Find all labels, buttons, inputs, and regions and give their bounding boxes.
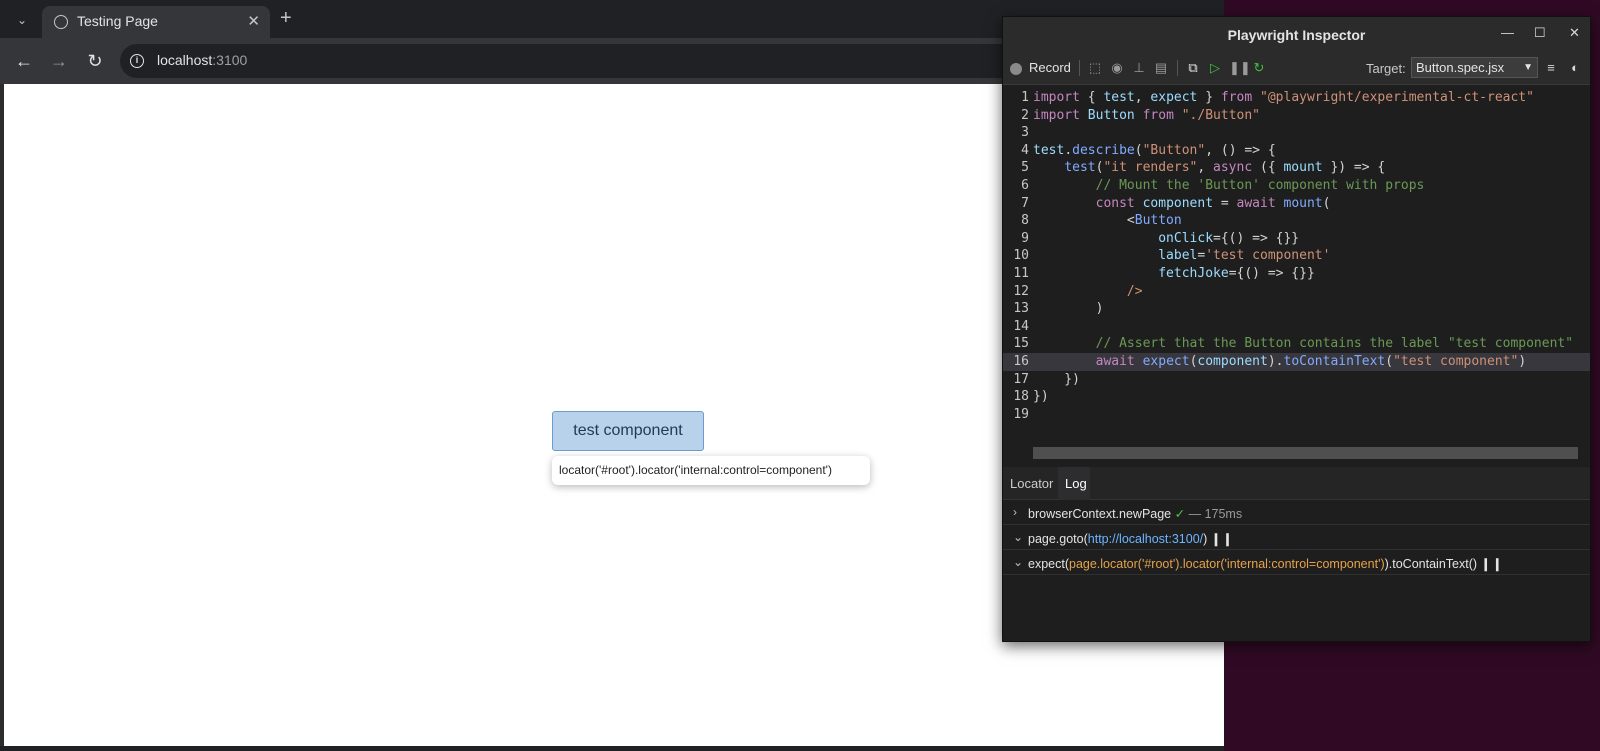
code-line: 2 import Button from "./Button" — [1021, 107, 1261, 123]
code-line: 17 }) — [1013, 371, 1080, 387]
inspector-toolbar: Record ⬚ ◉ ⊥ ▤ ⧉ ▷ ❚❚ ↻ Target: Button.s… — [1003, 51, 1590, 85]
locator-tooltip: locator('#root').locator('internal:contr… — [552, 456, 870, 485]
toolbar-separator — [1079, 60, 1080, 76]
code-line: 14 — [1013, 318, 1029, 334]
url-text[interactable]: localhost:3100 — [157, 52, 247, 68]
code-line: 1 import { test, expect } from "@playwrig… — [1021, 90, 1534, 105]
assert-visibility-icon[interactable]: ◉ — [1109, 60, 1125, 76]
chevron-down-icon: ▼ — [1523, 62, 1533, 73]
code-line: 13 ) — [1013, 301, 1104, 317]
test-component-button[interactable]: test component — [552, 411, 704, 451]
log-entry[interactable]: › browserContext.newPage ✓ — 175ms — [1003, 500, 1590, 525]
code-line: 10 label='test component' — [1013, 248, 1331, 264]
log-panel: › browserContext.newPage ✓ — 175ms ⌄ pag… — [1003, 500, 1590, 641]
playwright-inspector-window: Playwright Inspector — ☐ ✕ Record ⬚ ◉ ⊥ … — [1002, 16, 1591, 642]
log-entry[interactable]: ⌄ expect(page.locator('#root').locator('… — [1003, 550, 1590, 575]
target-label: Target: — [1366, 61, 1406, 76]
horizontal-scrollbar[interactable] — [1033, 447, 1578, 459]
code-line: 18}) — [1013, 389, 1049, 405]
maximize-icon[interactable]: ☐ — [1534, 25, 1546, 41]
wrap-lines-icon[interactable]: ≡ — [1543, 60, 1559, 76]
tab-locator[interactable]: Locator — [1010, 476, 1053, 491]
close-tab-icon[interactable]: ✕ — [247, 12, 260, 30]
code-line: 8 <Button — [1021, 213, 1182, 229]
code-line: 9 onClick={() => {}} — [1021, 230, 1300, 246]
toolbar-separator — [1177, 60, 1178, 76]
chevron-down-icon[interactable]: ⌄ — [1013, 530, 1023, 544]
record-label[interactable]: Record — [1029, 60, 1071, 75]
code-line: 7 const component = await mount( — [1021, 195, 1331, 211]
code-line: 5 test("it renders", async ({ mount }) =… — [1021, 160, 1386, 176]
assert-value-icon[interactable]: ▤ — [1153, 60, 1169, 76]
log-entry[interactable]: ⌄ page.goto(http://localhost:3100/) ❙❙ — [1003, 525, 1590, 550]
tab-title: Testing Page — [77, 13, 158, 29]
code-line: 6 // Mount the 'Button' component with p… — [1021, 178, 1425, 193]
target-select[interactable]: Button.spec.jsx ▼ — [1411, 57, 1538, 78]
browser-tab[interactable]: Testing Page ✕ — [42, 6, 270, 38]
reload-icon[interactable]: ↻ — [84, 50, 106, 72]
code-line: 11 fetchJoke={() => {}} — [1013, 266, 1315, 281]
pick-locator-icon[interactable]: ⬚ — [1087, 60, 1103, 76]
record-icon[interactable] — [1010, 63, 1022, 75]
code-line: 19 — [1013, 406, 1029, 422]
theme-toggle-icon[interactable]: ◐ — [1567, 60, 1583, 76]
chevron-right-icon[interactable]: › — [1013, 505, 1017, 519]
code-line: 4 test.describe("Button", () => { — [1021, 142, 1276, 158]
pause-icon[interactable]: ❚❚ — [1229, 60, 1251, 76]
new-tab-icon[interactable]: + — [280, 8, 292, 28]
code-line-highlighted: 16 await expect(component).toContainText… — [1003, 353, 1590, 371]
site-info-icon[interactable]: i — [130, 54, 144, 68]
code-line: 15 // Assert that the Button contains th… — [1013, 336, 1574, 352]
check-icon: ✓ — [1174, 507, 1186, 521]
code-line: 12 /> — [1013, 283, 1143, 299]
back-arrow-icon[interactable]: ← — [13, 50, 35, 72]
resume-icon[interactable]: ▷ — [1207, 60, 1223, 76]
inspector-titlebar: Playwright Inspector — ☐ ✕ — [1003, 17, 1590, 51]
assert-text-icon[interactable]: ⊥ — [1131, 60, 1147, 76]
close-icon[interactable]: ✕ — [1569, 25, 1580, 41]
tab-log[interactable]: Log — [1065, 476, 1087, 491]
chevron-down-icon[interactable]: ⌄ — [1013, 555, 1023, 569]
paused-icon: ❙❙ — [1210, 532, 1234, 546]
minimize-icon[interactable]: — — [1501, 25, 1514, 40]
paused-icon: ❙❙ — [1480, 557, 1504, 571]
forward-arrow-icon[interactable]: → — [48, 50, 70, 72]
step-over-icon[interactable]: ↻ — [1251, 60, 1267, 76]
code-line: 3 — [1021, 125, 1029, 141]
code-editor[interactable]: 1 import { test, expect } from "@playwrig… — [1003, 85, 1590, 459]
tab-search-chevron-icon[interactable]: ⌄ — [12, 10, 32, 30]
copy-icon[interactable]: ⧉ — [1185, 60, 1201, 76]
globe-icon — [54, 15, 68, 29]
inspector-tabs: Locator Log — [1003, 467, 1590, 500]
